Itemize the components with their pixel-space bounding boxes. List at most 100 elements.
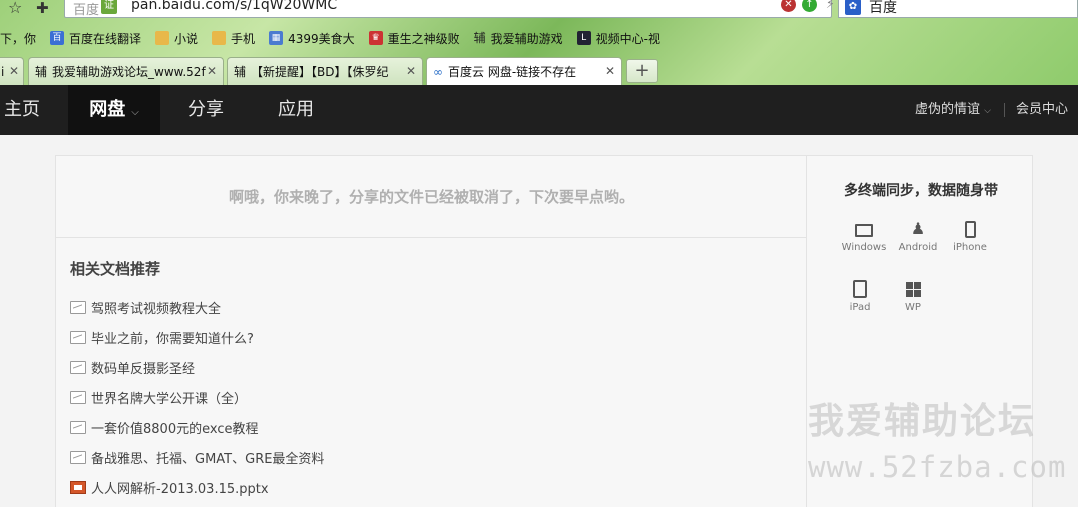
tab-item[interactable]: 辅 【新提醒】【BD】【侏罗纪 ✕ — [227, 57, 423, 85]
bookmark-label: 手机 — [231, 31, 256, 46]
tab-item[interactable]: 辅 我爱辅助游戏论坛_www.52f ✕ — [28, 57, 224, 85]
bookmark-label: 小说 — [174, 31, 199, 46]
list-item-label[interactable]: 毕业之前，你需要知道什么? — [91, 328, 254, 347]
address-bar-row: ☆ ✚ 百度 证 pan.baidu.com/s/1qW20WMC ✕ ↑ ⚡ … — [0, 0, 1078, 20]
bookmark-item[interactable]: 百百度在线翻译 — [50, 30, 141, 47]
list-item[interactable]: 世界名牌大学公开课（全） — [70, 382, 324, 412]
bookmark-item[interactable]: 小说 — [155, 30, 198, 47]
tab-close-icon[interactable]: ✕ — [9, 64, 19, 78]
bookmark-star-icon[interactable]: ☆ — [8, 0, 22, 17]
document-icon — [70, 360, 86, 374]
bookmark-item[interactable]: ♛ 重生之神级败 — [368, 30, 460, 47]
list-item-label[interactable]: 驾照考试视频教程大全 — [91, 298, 221, 317]
bookmark-label: 视频中心-视 — [595, 31, 660, 46]
device-label: iPad — [849, 302, 871, 313]
nav-disk[interactable]: 网盘 ⌵ — [68, 85, 160, 135]
tab-favicon-icon: 辅 — [35, 65, 48, 79]
baidu-cloud-icon: ∞ — [433, 64, 443, 79]
sync-title: 多终端同步，数据随身带 — [844, 183, 998, 199]
game-icon: ♛ — [368, 31, 383, 45]
tab-item-active[interactable]: ∞ 百度云 网盘-链接不存在 ✕ — [426, 57, 622, 85]
list-item-label[interactable]: 一套价值8800元的exce教程 — [91, 418, 258, 437]
video-icon: L — [576, 31, 591, 45]
browser-chrome: ☆ ✚ 百度 证 pan.baidu.com/s/1qW20WMC ✕ ↑ ⚡ … — [0, 0, 1078, 85]
upload-icon[interactable]: ↑ — [802, 0, 817, 12]
device-ipad[interactable]: iPad — [834, 280, 886, 313]
url-text[interactable]: pan.baidu.com/s/1qW20WMC — [131, 0, 337, 13]
tab-label: 百度云 网盘-链接不存在 — [448, 65, 577, 79]
document-icon — [70, 420, 86, 434]
device-android[interactable]: ♟ Android — [892, 219, 944, 254]
share-cancelled-notice: 啊哦，你来晚了，分享的文件已经被取消了，下次要早点哟。 — [56, 156, 807, 238]
tab-close-icon[interactable]: ✕ — [207, 64, 217, 78]
bookmark-item[interactable]: 手机 — [212, 30, 255, 47]
new-tab-button[interactable]: + — [626, 59, 658, 83]
tab-label: 【新提醒】【BD】【侏罗纪 — [251, 65, 389, 79]
bookmark-label: 百度在线翻译 — [69, 31, 142, 46]
list-item-label[interactable]: 数码单反摄影圣经 — [91, 358, 195, 377]
url-input[interactable]: 百度 证 pan.baidu.com/s/1qW20WMC ✕ ↑ ⚡ ☆ ▼ — [64, 0, 891, 18]
fu-icon: 辅 — [473, 31, 486, 45]
user-name: 虚伪的情谊 — [915, 102, 981, 117]
device-wp[interactable]: WP — [887, 280, 939, 313]
tab-close-icon[interactable]: ✕ — [605, 64, 615, 78]
watermark-url: www.52fzba.com — [808, 450, 1067, 484]
lightning-icon[interactable]: ⚡ — [823, 0, 838, 12]
nav-share[interactable]: 分享 — [160, 85, 252, 135]
folder-icon — [212, 31, 227, 45]
bookmark-item[interactable]: L 视频中心-视 — [576, 30, 660, 47]
device-label: Windows — [841, 242, 887, 253]
nav-apps[interactable]: 应用 — [252, 85, 340, 135]
iphone-icon — [964, 221, 976, 238]
vip-center-label: 会员中心 — [1016, 102, 1069, 117]
tab-favicon-icon: 辅 — [234, 65, 247, 79]
list-item[interactable]: 人人网解析-2013.03.15.pptx — [70, 472, 324, 502]
bookmark-label: 重生之神级败 — [387, 31, 460, 46]
search-engine-box[interactable]: ✿ 百度 — [838, 0, 1078, 18]
grid-icon: ▦ — [269, 31, 284, 45]
device-iphone[interactable]: iPhone — [944, 221, 996, 253]
recommend-list: 驾照考试视频教程大全 毕业之前，你需要知道什么? 数码单反摄影圣经 世界名牌大学… — [70, 292, 324, 502]
bookmark-item[interactable]: ▦ 4399美食大 — [269, 30, 355, 47]
nav-share-label: 分享 — [188, 99, 224, 120]
user-menu[interactable]: 虚伪的情谊 ⌵ — [915, 85, 991, 135]
tab-strip: i ✕ 辅 我爱辅助游戏论坛_www.52f ✕ 辅 【新提醒】【BD】【侏罗纪… — [0, 57, 1078, 85]
tab-close-icon[interactable]: ✕ — [406, 64, 416, 78]
device-windows[interactable]: Windows — [838, 222, 890, 253]
list-item-label[interactable]: 备战雅思、托福、GMAT、GRE最全资料 — [91, 448, 324, 467]
bookmark-label: 下，你 — [0, 31, 37, 46]
apps-grid-icon[interactable]: ✚ — [36, 0, 49, 17]
recommend-title: 相关文档推荐 — [70, 260, 161, 278]
bookmarks-bar: 下，你 百百度在线翻译 小说 手机 ▦ 4399美食大 ♛ 重生之神级败 辅我爱辅助… — [0, 27, 1078, 49]
baidu-paw-icon: ✿ — [845, 0, 861, 15]
ppt-file-icon — [70, 480, 86, 494]
bookmark-item[interactable]: 辅我爱辅助游戏 — [474, 30, 563, 47]
left-column: 啊哦，你来晚了，分享的文件已经被取消了，下次要早点哟。 相关文档推荐 驾照考试视… — [56, 156, 807, 507]
site-nav: 主页 网盘 ⌵ 分享 应用 虚伪的情谊 ⌵ 会员中心 — [0, 85, 1078, 135]
bookmark-item[interactable]: 下，你 — [0, 30, 36, 47]
chevron-down-icon: ⌵ — [984, 106, 991, 116]
list-item[interactable]: 驾照考试视频教程大全 — [70, 292, 324, 322]
list-item[interactable]: 毕业之前，你需要知道什么? — [70, 322, 324, 352]
list-item-label[interactable]: 人人网解析-2013.03.15.pptx — [91, 478, 269, 497]
document-icon — [70, 390, 86, 404]
android-icon: ♟ — [910, 219, 926, 238]
document-icon — [70, 450, 86, 464]
tab-label: i — [1, 64, 5, 79]
list-item[interactable]: 备战雅思、托福、GMAT、GRE最全资料 — [70, 442, 324, 472]
list-item[interactable]: 一套价值8800元的exce教程 — [70, 412, 324, 442]
vip-center-link[interactable]: 会员中心 — [1016, 85, 1068, 135]
device-label: iPhone — [953, 242, 987, 253]
document-icon — [70, 330, 86, 344]
ipad-icon — [853, 280, 867, 298]
list-item[interactable]: 数码单反摄影圣经 — [70, 352, 324, 382]
adblock-icon[interactable]: ✕ — [781, 0, 796, 12]
chevron-down-icon: ⌵ — [131, 107, 139, 118]
bookmark-label: 我爱辅助游戏 — [490, 31, 563, 46]
verified-badge-icon: 证 — [101, 0, 117, 14]
list-item-label[interactable]: 世界名牌大学公开课（全） — [91, 388, 247, 407]
document-icon — [70, 300, 86, 314]
tab-item[interactable]: i ✕ — [0, 57, 24, 85]
device-label: WP — [905, 302, 921, 313]
nav-home[interactable]: 主页 — [0, 85, 68, 135]
